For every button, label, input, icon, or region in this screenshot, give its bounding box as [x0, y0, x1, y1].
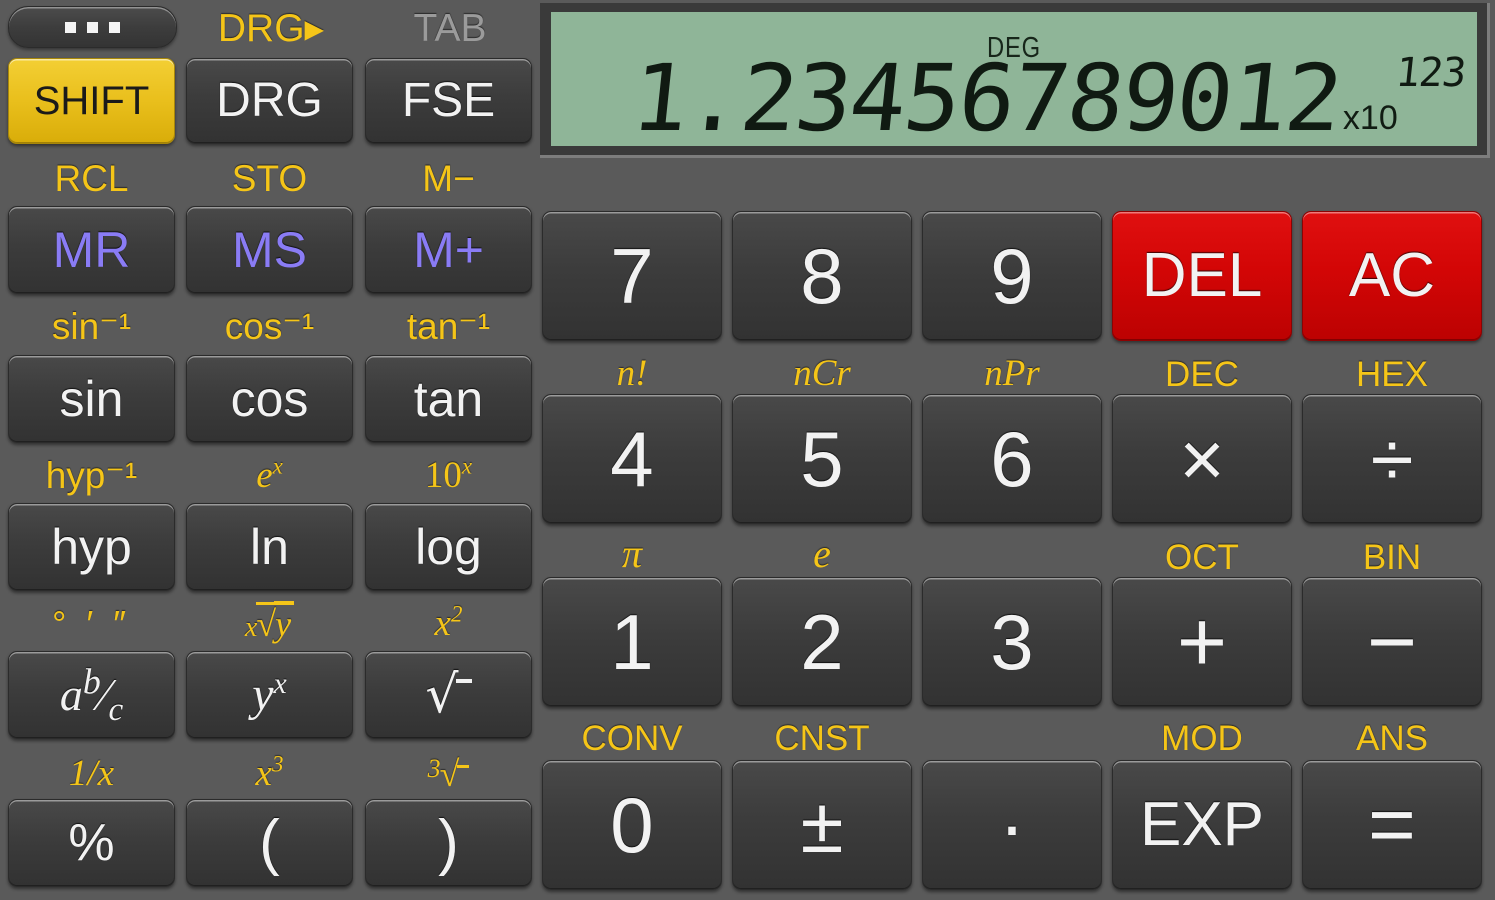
tab-shift-label: TAB: [413, 7, 487, 50]
multiply-key[interactable]: ×: [1112, 394, 1292, 524]
bin-label: BIN: [1362, 538, 1422, 577]
log-key[interactable]: log: [365, 503, 532, 591]
y-power-x-key[interactable]: yx: [186, 651, 353, 739]
lcd-exponent-prefix: x10: [1342, 99, 1398, 137]
digit-0-key[interactable]: 0: [542, 760, 722, 890]
conv-label: CONV: [581, 719, 683, 758]
acos-label: cos⁻¹: [224, 306, 315, 347]
pi-label: π: [542, 532, 722, 574]
ten-power-x-glyph: 10x: [424, 453, 473, 496]
ncr-glyph: nCr: [793, 353, 851, 394]
atan-label: tan⁻¹: [406, 306, 491, 347]
lcd-screen[interactable]: DEG 1.23456789012 x10 123: [551, 12, 1477, 146]
dec-label: DEC: [1165, 355, 1239, 394]
close-paren-key[interactable]: ): [365, 799, 532, 887]
oct-label: OCT: [1165, 538, 1239, 577]
divide-key[interactable]: ÷: [1302, 394, 1482, 524]
npr-label: nPr: [922, 350, 1102, 392]
plus-key[interactable]: +: [1112, 577, 1292, 707]
lcd-display-frame: DEG 1.23456789012 x10 123: [540, 3, 1490, 158]
digit-2-key[interactable]: 2: [732, 577, 912, 707]
x-root-y-label: x √y: [186, 596, 353, 644]
asin-label: sin⁻¹: [51, 306, 132, 347]
reciprocal-glyph: 1/x: [68, 753, 115, 794]
mod-label: MOD: [1161, 719, 1243, 758]
x-cubed-glyph: x3: [255, 751, 284, 794]
cube-root-label: 3 √: [365, 744, 532, 792]
digit-7-key[interactable]: 7: [542, 211, 722, 341]
ncr-label: nCr: [732, 350, 912, 392]
hyp-key[interactable]: hyp: [8, 503, 175, 591]
euler-glyph: e: [813, 531, 831, 576]
overflow-menu-button[interactable]: [8, 6, 177, 48]
sin-key[interactable]: sin: [8, 355, 175, 443]
sto-label: STO: [231, 158, 308, 199]
ln-key[interactable]: ln: [186, 503, 353, 591]
digit-3-key[interactable]: 3: [922, 577, 1102, 707]
square-root-key[interactable]: √: [365, 651, 532, 739]
tan-key[interactable]: tan: [365, 355, 532, 443]
memory-store-key[interactable]: MS: [186, 206, 353, 294]
decimal-point-key[interactable]: ·: [922, 760, 1102, 890]
sign-toggle-key[interactable]: ±: [732, 760, 912, 890]
digit-8-key[interactable]: 8: [732, 211, 912, 341]
digit-4-key[interactable]: 4: [542, 394, 722, 524]
drg-key[interactable]: DRG: [186, 58, 353, 144]
fse-key[interactable]: FSE: [365, 58, 532, 144]
shift-key[interactable]: SHIFT: [8, 58, 175, 144]
fraction-key[interactable]: ab⁄c: [8, 651, 175, 739]
x-squared-glyph: x2: [434, 601, 463, 644]
reciprocal-label: 1/x: [8, 746, 175, 792]
cnst-label: CNST: [774, 719, 870, 758]
ten-power-x-label: 10x: [365, 450, 532, 494]
menu-dot-icon: [65, 21, 76, 33]
square-root-glyph: √: [425, 669, 472, 721]
ans-label: ANS: [1356, 719, 1428, 758]
fraction-glyph: ab⁄c: [59, 661, 124, 729]
all-clear-key[interactable]: AC: [1302, 211, 1482, 341]
pi-glyph: π: [621, 531, 643, 576]
e-power-x-label: ex: [186, 450, 353, 494]
delete-key[interactable]: DEL: [1112, 211, 1292, 341]
menu-dot-icon: [109, 21, 120, 33]
exponent-key[interactable]: EXP: [1112, 760, 1292, 890]
digit-6-key[interactable]: 6: [922, 394, 1102, 524]
x-squared-label: x2: [365, 596, 532, 642]
equals-key[interactable]: =: [1302, 760, 1482, 890]
minus-key[interactable]: −: [1302, 577, 1482, 707]
hex-label: HEX: [1356, 355, 1428, 394]
memory-add-key[interactable]: M+: [365, 206, 532, 294]
drg-shift-label: DRG▸: [217, 7, 325, 50]
percent-key[interactable]: %: [8, 799, 175, 887]
open-paren-key[interactable]: (: [186, 799, 353, 887]
euler-label: e: [732, 532, 912, 574]
e-power-x-glyph: ex: [256, 453, 283, 496]
lcd-value-row: 1.23456789012 x10 123: [551, 45, 1477, 146]
lcd-mantissa: 1.23456789012: [626, 45, 1346, 146]
rcl-label: RCL: [54, 158, 129, 199]
cube-root-glyph: 3 √: [428, 756, 470, 792]
digit-5-key[interactable]: 5: [732, 394, 912, 524]
factorial-glyph: n!: [616, 353, 648, 394]
factorial-label: n!: [542, 350, 722, 392]
calculator-app: DRG▸ TAB SHIFT DRG FSE DEG 1.23456789012…: [0, 0, 1495, 900]
memory-recall-key[interactable]: MR: [8, 206, 175, 294]
digit-9-key[interactable]: 9: [922, 211, 1102, 341]
y-power-x-glyph: yx: [252, 667, 287, 721]
x-cubed-label: x3: [186, 746, 353, 792]
npr-glyph: nPr: [984, 353, 1040, 394]
cos-key[interactable]: cos: [186, 355, 353, 443]
menu-dot-icon: [87, 21, 98, 33]
digit-1-key[interactable]: 1: [542, 577, 722, 707]
lcd-exponent: 123: [1393, 50, 1468, 96]
dms-label: ° ′ ″: [52, 603, 131, 644]
ahyp-label: hyp⁻¹: [45, 455, 138, 496]
x-root-y-glyph: x √y: [245, 601, 295, 644]
m-minus-label: M−: [422, 158, 475, 199]
